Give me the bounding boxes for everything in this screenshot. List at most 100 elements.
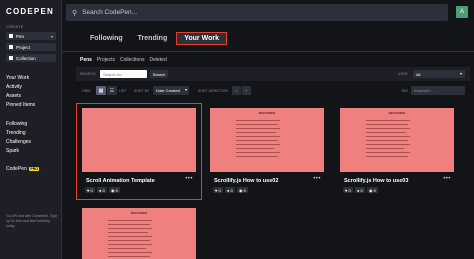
collection-square-icon <box>9 56 13 60</box>
tab-following[interactable]: Following <box>84 32 129 45</box>
codepen-logo[interactable]: CODEPEN <box>6 7 54 16</box>
preview-heading: SECTION01 <box>130 211 148 215</box>
heart-count: 0 <box>90 187 93 193</box>
chevron-down-icon: ▾ <box>184 87 187 92</box>
create-pen-button[interactable]: Pen ▾ <box>6 32 56 40</box>
preview-text-line <box>108 224 150 225</box>
sidebar-item-challenges[interactable]: Challenges <box>6 139 31 145</box>
views-count: 0 <box>115 187 118 193</box>
preview-text-line <box>366 156 408 157</box>
avatar-initial: A <box>459 9 464 15</box>
sidebar: CODEPEN CREATE Pen ▾ Project Collection … <box>0 0 62 259</box>
more-options-icon[interactable]: ••• <box>443 176 451 182</box>
global-search-placeholder: Search CodePen... <box>82 9 138 16</box>
sort-ascending-button[interactable]: ↑ <box>242 86 251 95</box>
avatar[interactable]: A <box>456 6 468 18</box>
view-filter-label: VIEW <box>398 72 408 76</box>
grid-view-button[interactable]: ▦ <box>96 86 106 95</box>
preview-text-line <box>236 144 280 145</box>
sidebar-item-spark[interactable]: Spark <box>6 148 19 154</box>
tabs-divider <box>62 51 474 52</box>
create-project-label: Project <box>16 44 31 50</box>
create-collection-button[interactable]: Collection <box>6 54 56 62</box>
pen-title[interactable]: Scrollify.js How to use03 <box>344 178 408 184</box>
preview-text-line <box>108 244 152 245</box>
preview-text-line <box>236 140 278 141</box>
preview-text-line <box>236 156 278 157</box>
sort-descending-button[interactable]: ↓ <box>232 86 241 95</box>
pro-badge: PRO <box>28 166 40 171</box>
comment-count: 0 <box>102 187 105 193</box>
search-button[interactable]: Search <box>150 70 168 78</box>
sort-by-select[interactable]: Date Created ▾ <box>153 86 189 95</box>
preview-text-line <box>108 240 150 241</box>
create-project-button[interactable]: Project <box>6 43 56 51</box>
preview-text-line <box>366 140 408 141</box>
sort-by-label: SORT BY <box>134 89 150 93</box>
global-search-input[interactable]: ⚲ Search CodePen... <box>66 4 448 21</box>
sidebar-item-codepen-pro[interactable]: CodePen PRO <box>6 166 40 172</box>
heart-count: 0 <box>348 187 351 193</box>
pen-preview[interactable]: SECTION01 <box>340 108 454 172</box>
pen-square-icon <box>9 34 13 38</box>
views-badge: ◉ 0 <box>109 187 120 193</box>
sub-tabs: Pens Projects Collections Deleted <box>80 57 172 63</box>
heart-button[interactable]: ♥ 0 <box>213 187 223 193</box>
preview-text-line <box>108 252 152 253</box>
preview-text-line <box>236 128 280 129</box>
grid-label: GRID <box>82 89 91 93</box>
preview-text-line <box>366 152 410 153</box>
preview-text-line <box>366 136 410 137</box>
heart-button[interactable]: ♥ 0 <box>85 187 95 193</box>
create-section-label: CREATE <box>6 24 24 29</box>
preview-text-line <box>108 236 152 237</box>
search-filter-label: SEARCH <box>80 72 96 76</box>
subtab-collections[interactable]: Collections <box>120 57 144 63</box>
preview-text-line <box>236 124 278 125</box>
views-badge: ◉ 0 <box>367 187 378 193</box>
subtab-projects[interactable]: Projects <box>97 57 115 63</box>
control-bar: GRID ▦ ☰ LIST SORT BY Date Created ▾ SOR… <box>76 84 470 98</box>
sidebar-item-your-work[interactable]: Your Work <box>6 75 29 81</box>
subtab-deleted[interactable]: Deleted <box>149 57 166 63</box>
pen-preview[interactable] <box>82 108 196 172</box>
preview-text-line <box>366 120 410 121</box>
sidebar-item-trending[interactable]: Trending <box>6 130 26 136</box>
subtab-pens[interactable]: Pens <box>80 57 92 63</box>
sidebar-item-following[interactable]: Following <box>6 121 27 127</box>
grid-icon: ▦ <box>98 87 104 94</box>
preview-text-line <box>236 120 280 121</box>
tab-your-work[interactable]: Your Work <box>176 32 227 45</box>
tag-input[interactable]: Keyword... <box>411 86 465 95</box>
pen-preview[interactable]: SECTION01 <box>210 108 324 172</box>
preview-text-line <box>366 148 404 149</box>
comment-count: 0 <box>360 187 363 193</box>
comment-button[interactable]: ● 0 <box>355 187 365 193</box>
views-count: 0 <box>373 187 376 193</box>
search-filter-input[interactable]: Search for... <box>100 70 147 78</box>
heart-button[interactable]: ♥ 0 <box>343 187 353 193</box>
preview-text-line <box>108 232 148 233</box>
sidebar-item-assets[interactable]: Assets <box>6 93 21 99</box>
list-view-button[interactable]: ☰ <box>107 86 117 95</box>
sidebar-item-pinned-items[interactable]: Pinned Items <box>6 102 35 108</box>
comment-button[interactable]: ● 0 <box>225 187 235 193</box>
preview-text-line <box>108 256 150 257</box>
preview-text-line <box>236 148 274 149</box>
list-label: LIST <box>119 89 127 93</box>
pen-title[interactable]: Scrollify.js How to use02 <box>214 178 278 184</box>
pen-title[interactable]: Scroll Animation Template <box>86 178 155 184</box>
preview-text-line <box>236 152 280 153</box>
more-options-icon[interactable]: ••• <box>185 176 193 182</box>
codepen-pro-label: CodePen <box>6 166 27 172</box>
pen-preview[interactable]: SECTION01 <box>82 208 196 259</box>
sidebar-ad-text[interactable]: Go API-first with Contentful. Sign up fo… <box>6 214 58 229</box>
comment-button[interactable]: ● 0 <box>97 187 107 193</box>
sidebar-item-activity[interactable]: Activity <box>6 84 22 90</box>
preview-text-line <box>366 132 406 133</box>
filter-bar: SEARCH Search for... Search VIEW All ▾ <box>76 67 470 81</box>
tab-trending[interactable]: Trending <box>132 32 174 45</box>
preview-text-line <box>236 136 280 137</box>
more-options-icon[interactable]: ••• <box>313 176 321 182</box>
view-select[interactable]: All ▾ <box>413 70 465 78</box>
